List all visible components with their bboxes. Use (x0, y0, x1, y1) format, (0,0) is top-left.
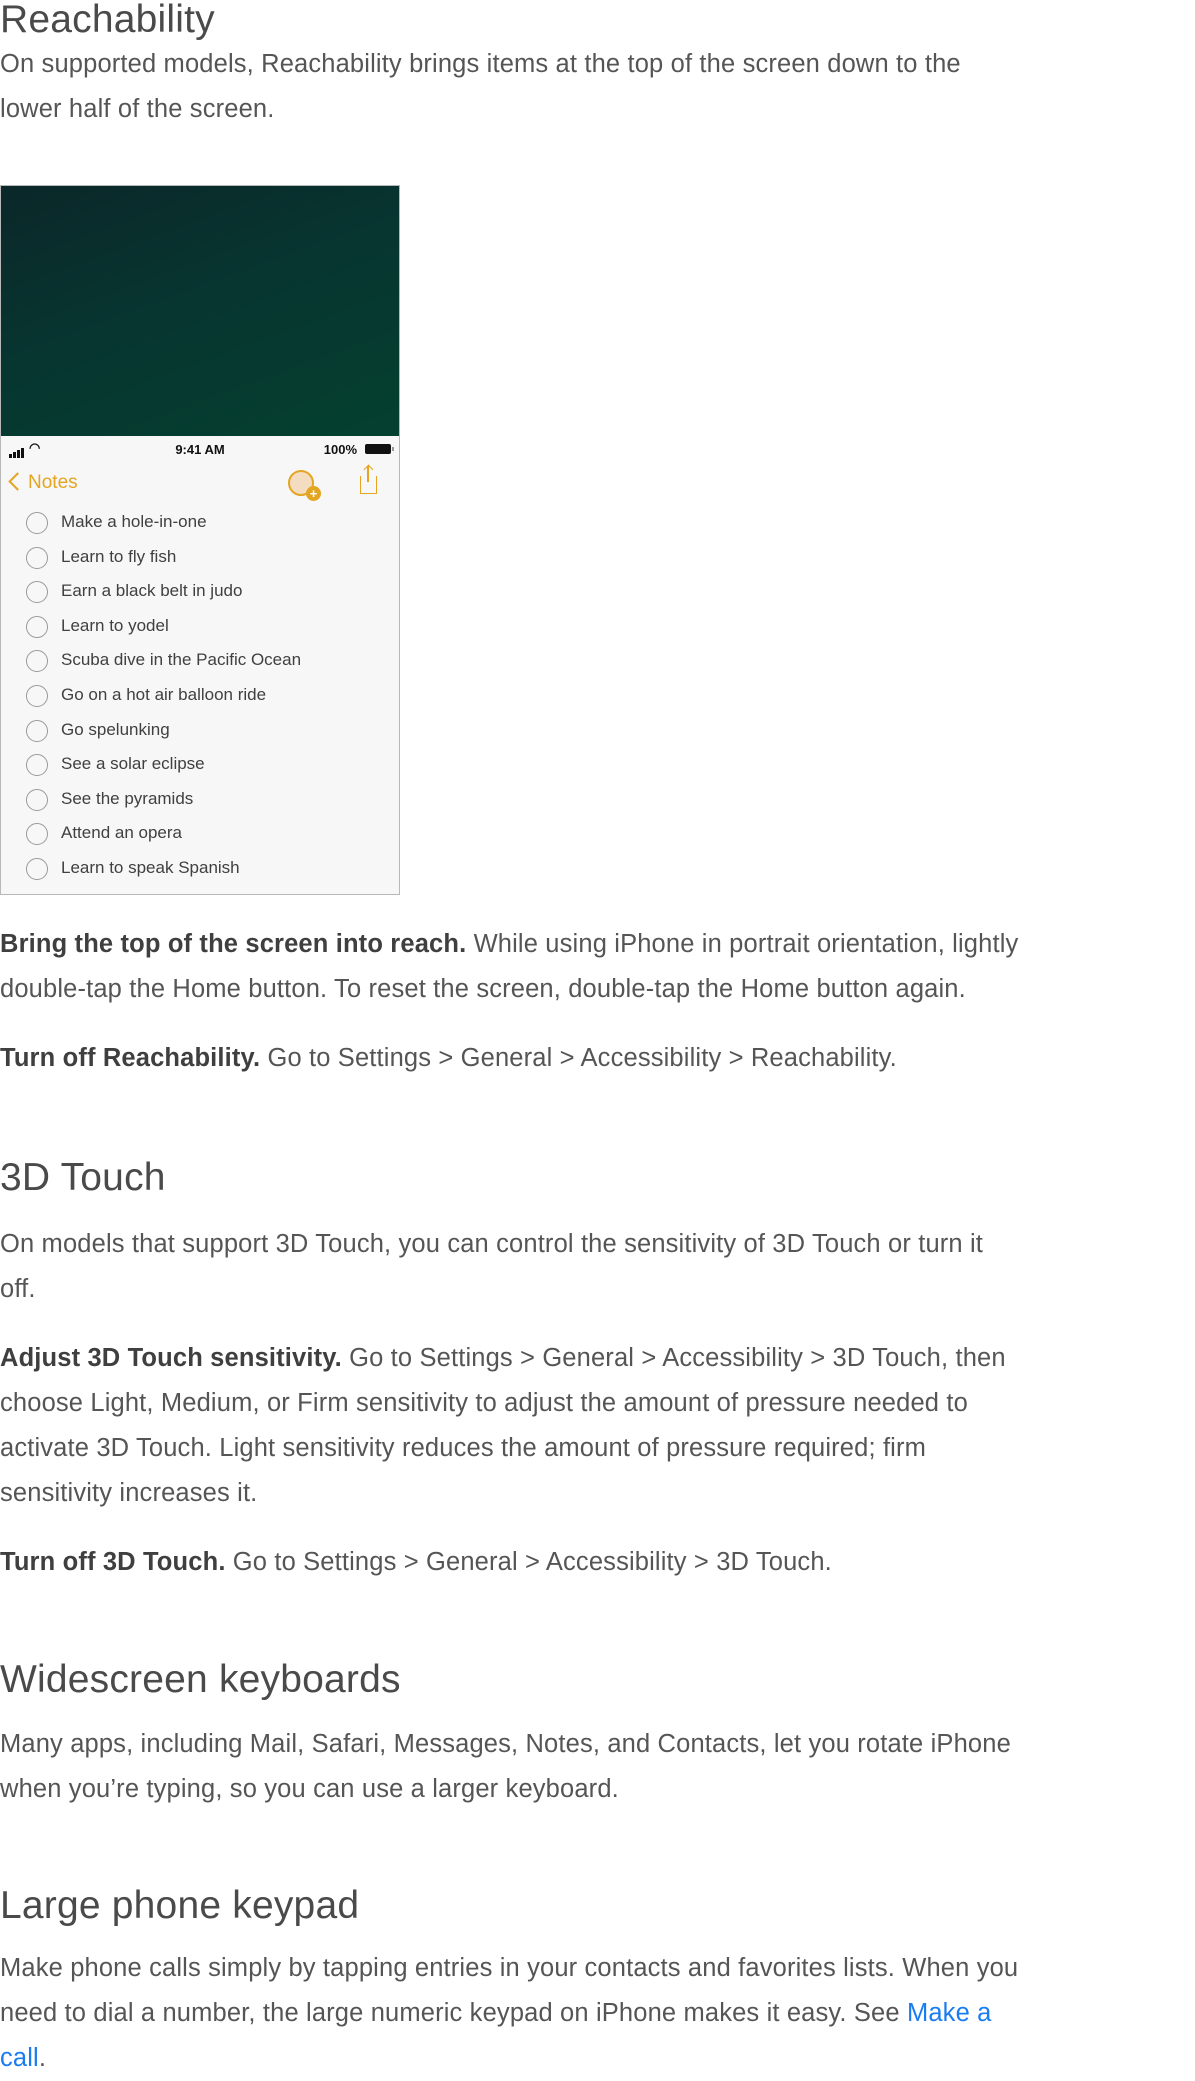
battery-percent: 100% (323, 442, 357, 457)
keypad-text: Make phone calls simply by tapping entri… (0, 1946, 1195, 2081)
back-button[interactable]: Notes (8, 472, 78, 494)
checklist-item-label: Make a hole-in-one (61, 512, 207, 531)
section-title-large-phone-keypad: Large phone keypad (0, 1884, 360, 1927)
reachability-intro-line1: On supported models, Reachability brings… (0, 50, 961, 78)
tip-text-line3: activate 3D Touch. Light sensitivity red… (0, 1434, 927, 1462)
checkbox-circle-icon[interactable] (26, 684, 48, 707)
chevron-left-icon (8, 472, 27, 491)
3d-touch-intro: On models that support 3D Touch, you can… (0, 1222, 1195, 1312)
checkbox-circle-icon[interactable] (26, 754, 48, 777)
section-title-reachability: Reachability (0, 0, 215, 41)
tip-text: Go to Settings > General > Accessibility… (225, 1548, 832, 1576)
share-icon[interactable] (360, 466, 377, 494)
wallpaper-area (1, 186, 399, 436)
reachability-intro: On supported models, Reachability brings… (0, 42, 1195, 132)
checklist: Make a hole-in-one Learn to fly fish Earn … (1, 506, 399, 887)
tip-adjust-3d-touch: Adjust 3D Touch sensitivity. Go to Setti… (0, 1336, 1195, 1516)
checklist-item-label: Scuba dive in the Pacific Ocean (61, 650, 302, 670)
checkbox-circle-icon[interactable] (26, 857, 48, 880)
section-title-widescreen-keyboards: Widescreen keyboards (0, 1658, 401, 1701)
checklist-item[interactable]: Make a hole-in-one (1, 506, 399, 541)
checklist-item-label: Learn to fly fish (61, 546, 177, 566)
tip-bring-top-into-reach: Bring the top of the screen into reach. … (0, 922, 1195, 1012)
checkbox-circle-icon[interactable] (26, 823, 48, 846)
tip-bold: Turn off 3D Touch. (0, 1548, 226, 1576)
checklist-item[interactable]: Learn to yodel (1, 610, 399, 645)
checklist-item[interactable]: Learn to fly fish (1, 541, 399, 576)
checklist-item[interactable]: Attend an opera (1, 817, 399, 852)
battery-icon (365, 444, 394, 454)
tip-text-line4: sensitivity increases it. (0, 1479, 258, 1507)
notes-navbar: Notes + (1, 462, 399, 506)
tip-text: While using iPhone in portrait orientati… (466, 930, 1019, 958)
checkbox-circle-icon[interactable] (26, 788, 48, 811)
tip-text: Go to Settings > General > Accessibility… (341, 1344, 1006, 1372)
status-bar: ◠ 9:41 AM 100% (1, 436, 399, 462)
back-label: Notes (28, 472, 78, 493)
keypad-line1: Make phone calls simply by tapping entri… (0, 1954, 1019, 1982)
checklist-item-label: See the pyramids (61, 788, 194, 808)
reachability-screenshot: ◠ 9:41 AM 100% Notes + Make a hole-in-on… (0, 185, 400, 895)
checkbox-circle-icon[interactable] (26, 615, 48, 638)
checklist-item-label: Earn a black belt in judo (61, 581, 243, 601)
checklist-item[interactable]: Learn to speak Spanish (1, 852, 399, 887)
plus-icon: + (306, 486, 321, 501)
3d-touch-intro-line2: off. (0, 1275, 36, 1303)
checklist-item-label: Attend an opera (61, 823, 182, 843)
3d-touch-intro-line1: On models that support 3D Touch, you can… (0, 1230, 984, 1258)
checklist-item[interactable]: Go on a hot air balloon ride (1, 679, 399, 714)
checklist-item[interactable]: Scuba dive in the Pacific Ocean (1, 644, 399, 679)
checkbox-circle-icon[interactable] (26, 512, 48, 534)
tip-text: Go to Settings > General > Accessibility… (260, 1044, 897, 1072)
checklist-item-label: Learn to yodel (61, 615, 169, 635)
widescreen-text: Many apps, including Mail, Safari, Messa… (0, 1722, 1195, 1812)
checklist-item[interactable]: Go spelunking (1, 714, 399, 749)
checklist-item-label: Learn to speak Spanish (61, 857, 240, 877)
tip-text-line2: double-tap the Home button. To reset the… (0, 975, 966, 1003)
tip-bold: Adjust 3D Touch sensitivity. (0, 1344, 342, 1372)
checklist-item-label: See a solar eclipse (61, 754, 205, 774)
checkbox-circle-icon[interactable] (26, 650, 48, 673)
checkbox-circle-icon[interactable] (26, 719, 48, 742)
checklist-item-label: Go on a hot air balloon ride (61, 684, 267, 704)
widescreen-line1: Many apps, including Mail, Safari, Messa… (0, 1730, 1011, 1758)
widescreen-line2: when you’re typing, so you can use a lar… (0, 1775, 619, 1803)
checkbox-circle-icon[interactable] (26, 581, 48, 604)
checklist-item[interactable]: Earn a black belt in judo (1, 575, 399, 610)
make-a-call-link[interactable]: Make a (907, 1999, 992, 2027)
tip-bold: Turn off Reachability. (0, 1044, 261, 1072)
checklist-item-label: Go spelunking (61, 719, 170, 739)
add-people-button[interactable]: + (288, 470, 321, 501)
section-title-3d-touch: 3D Touch (0, 1156, 166, 1199)
make-a-call-link-continued[interactable]: call (0, 2044, 39, 2072)
keypad-period: . (38, 2044, 47, 2072)
tip-turn-off-reachability: Turn off Reachability. Go to Settings > … (0, 1036, 1195, 1081)
tip-bold: Bring the top of the screen into reach. (0, 930, 467, 958)
keypad-line2: need to dial a number, the large numeric… (0, 1999, 907, 2027)
checkbox-circle-icon[interactable] (26, 546, 48, 569)
checklist-item[interactable]: See a solar eclipse (1, 748, 399, 783)
tip-turn-off-3d-touch: Turn off 3D Touch. Go to Settings > Gene… (0, 1540, 1195, 1585)
reachability-intro-line2: lower half of the screen. (0, 95, 275, 123)
tip-text-line2: choose Light, Medium, or Firm sensitivit… (0, 1389, 968, 1417)
checklist-item[interactable]: See the pyramids (1, 783, 399, 818)
